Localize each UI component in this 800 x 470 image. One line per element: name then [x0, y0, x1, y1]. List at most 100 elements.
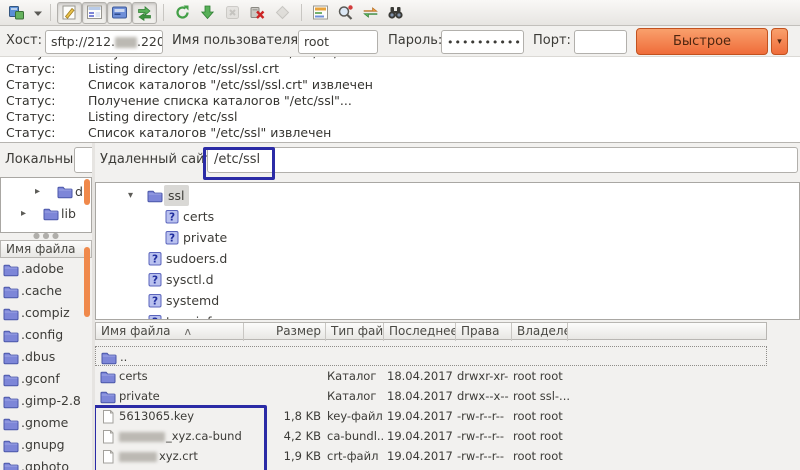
site-manager-dropdown-button[interactable]	[29, 2, 44, 24]
local-splitter-handle[interactable]: ● ● ●	[0, 233, 92, 240]
remote-file-row[interactable]: ..	[95, 346, 767, 366]
log-entry-message: Listing directory /etc/ssl	[88, 109, 237, 125]
column-header-type[interactable]: Тип файла	[326, 323, 384, 341]
toggle-message-log-icon	[61, 4, 78, 21]
column-header-owner[interactable]: Владелец/Группа	[512, 323, 568, 341]
remote-path-combo[interactable]: /etc/ssl	[207, 147, 798, 173]
process-queue-button[interactable]	[195, 2, 220, 24]
file-size-cell	[244, 347, 322, 367]
toggle-remote-tree-button[interactable]	[107, 2, 132, 24]
directory-comparison-button[interactable]	[333, 2, 358, 24]
tree-item-label: certs	[183, 206, 214, 227]
toggle-local-tree-button[interactable]	[82, 2, 107, 24]
username-input[interactable]: root	[298, 30, 378, 54]
local-file-row[interactable]: .gnome	[0, 412, 92, 434]
log-entry-message: Получение списка каталогов "/etc/ssl"...	[88, 93, 352, 109]
collapse-arrow-icon[interactable]: ▾	[128, 185, 133, 206]
local-file-row[interactable]: .adobe	[0, 258, 92, 280]
synchronized-browsing-button[interactable]	[358, 2, 383, 24]
find-files-button[interactable]	[383, 2, 408, 24]
toggle-transfer-queue-button[interactable]	[132, 2, 157, 24]
quickconnect-dropdown-button[interactable]: ▾	[771, 28, 788, 55]
svg-text:?: ?	[152, 317, 158, 321]
local-tree-row-lib[interactable]: ▸ lib	[1, 203, 91, 224]
file-perms-cell: -rw-r--r--	[457, 446, 509, 466]
local-file-row[interactable]: .compiz	[0, 302, 92, 324]
svg-text:?: ?	[152, 296, 158, 308]
file-owner-cell: root root	[513, 426, 573, 446]
toggle-message-log-button[interactable]	[57, 2, 82, 24]
remote-tree-row-private[interactable]: ?private	[96, 227, 799, 248]
remote-tree-row-systemd[interactable]: ?systemd	[96, 290, 799, 311]
toggle-local-tree-icon	[86, 4, 103, 21]
tree-item-label: ssl	[164, 185, 189, 206]
local-site-combo[interactable]	[74, 147, 92, 173]
file-type-cell: ca-bundl...	[327, 426, 383, 446]
password-input[interactable]: ••••••••••••	[441, 30, 524, 54]
file-modified-cell: 19.04.2017 ...	[387, 406, 453, 426]
local-tree-row-d[interactable]: ▸d	[1, 181, 91, 202]
file-name-cell: ..	[100, 347, 242, 367]
port-input[interactable]	[574, 30, 627, 54]
column-header-size[interactable]: Размер	[244, 323, 326, 341]
site-manager-button[interactable]	[4, 2, 29, 24]
file-perms-cell: -rw-r--r--	[457, 406, 509, 426]
log-entry: Статус:Listing directory /etc/ssl/ssl.cr…	[0, 61, 800, 77]
folder-icon	[57, 184, 73, 205]
toggle-transfer-queue-icon	[136, 4, 153, 21]
tree-item-label: sudoers.d	[166, 248, 227, 269]
site-manager-icon	[8, 4, 25, 21]
local-file-row[interactable]: .dbus	[0, 346, 92, 368]
tree-item-label: lib	[61, 203, 76, 224]
log-entry-type: Статус:	[0, 77, 88, 93]
expand-arrow-icon[interactable]: ▸	[35, 181, 40, 202]
local-file-row[interactable]: .gnupg	[0, 434, 92, 456]
local-file-row[interactable]: .config	[0, 324, 92, 346]
log-entry: Статус:Список каталогов "/etc/ssl" извле…	[0, 125, 800, 141]
quickconnect-button[interactable]: Быстрое соединение	[636, 28, 768, 55]
folder-icon	[100, 389, 116, 406]
host-input[interactable]: sftp://212..220.3	[45, 30, 163, 54]
file-perms-cell: drwxr-xr-x	[457, 366, 509, 386]
log-entry-message: Список каталогов "/etc/ssl/ssl.crt" извл…	[88, 77, 373, 93]
local-file-row[interactable]: .gimp-2.8	[0, 390, 92, 412]
local-list-header-name[interactable]: Имя файла	[0, 240, 92, 258]
disconnect-button[interactable]	[245, 2, 270, 24]
column-header-permissions[interactable]: Права	[456, 323, 512, 341]
main-toolbar	[0, 0, 800, 26]
remote-tree-row-certs[interactable]: ?certs	[96, 206, 799, 227]
refresh-button[interactable]	[170, 2, 195, 24]
remote-file-row[interactable]: certsКаталог18.04.2017 ...drwxr-xr-xroot…	[95, 366, 767, 386]
local-site-caption: Локальный сайт:	[0, 143, 74, 177]
remote-tree-row-terminfo[interactable]: ?terminfo	[96, 311, 799, 320]
remote-directory-tree: ▾ssl?certs?private?sudoers.d?sysctl.d?sy…	[95, 182, 800, 320]
local-file-row[interactable]: .gconf	[0, 368, 92, 390]
process-queue-icon	[199, 4, 216, 21]
column-header-permissions-label: Права	[461, 324, 499, 338]
log-entry-type: Статус:	[0, 125, 88, 141]
column-header-modified[interactable]: Последнее изменение	[384, 323, 456, 341]
filter-button[interactable]	[308, 2, 333, 24]
remote-tree-row-sudoers.d[interactable]: ?sudoers.d	[96, 248, 799, 269]
remote-file-row[interactable]: privateКаталог18.04.2017 ...drwx--x---ro…	[95, 386, 767, 406]
log-entry: Статус:Listing directory /etc/ssl	[0, 109, 800, 125]
remote-tree-row-ssl[interactable]: ▾ ssl	[96, 185, 799, 206]
local-file-name: .gimp-2.8	[21, 390, 81, 412]
local-list-scrollbar[interactable]	[84, 247, 90, 317]
local-file-name: .gconf	[21, 368, 60, 390]
local-file-row[interactable]: .cache	[0, 280, 92, 302]
host-censored-part	[115, 37, 137, 48]
file-name: certs	[119, 366, 148, 386]
column-header-name[interactable]: Имя файлаʌ	[96, 323, 244, 341]
expand-arrow-icon[interactable]: ▸	[21, 203, 26, 224]
local-file-row[interactable]: .gphoto	[0, 456, 92, 470]
toolbar-separator	[301, 4, 302, 21]
local-file-name: .compiz	[21, 302, 70, 324]
annotation-box-certificate-files	[95, 405, 267, 470]
host-label: Хост:	[6, 26, 42, 56]
local-tree-scrollbar[interactable]	[84, 179, 90, 205]
log-entry: Статус:Список каталогов "/etc/ssl/ssl.cr…	[0, 77, 800, 93]
remote-tree-row-sysctl.d[interactable]: ?sysctl.d	[96, 269, 799, 290]
folder-question-icon: ?	[147, 314, 163, 320]
tree-item-label: private	[183, 227, 227, 248]
